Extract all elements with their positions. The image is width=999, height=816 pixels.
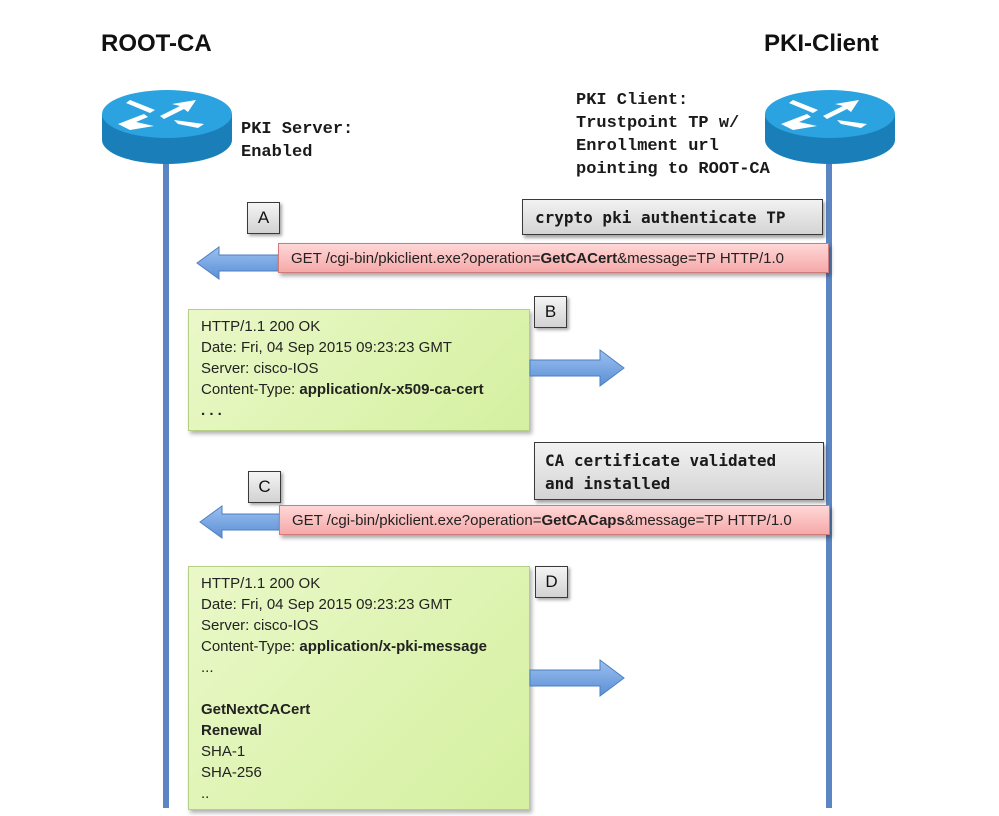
step-c-request: GET /cgi-bin/pkiclient.exe?operation= Get… <box>279 505 830 535</box>
pki-client-note-line: PKI Client: <box>576 91 689 110</box>
step-c-label: C <box>248 471 281 503</box>
response-date: Date: Fri, 04 Sep 2015 09:23:23 GMT <box>201 596 452 613</box>
request-suffix: &message=TP HTTP/1.0 <box>624 511 792 529</box>
response-status: HTTP/1.1 200 OK <box>201 575 321 592</box>
content-type-value: application/x-pki-message <box>299 638 487 655</box>
step-d-response: HTTP/1.1 200 OK Date: Fri, 04 Sep 2015 0… <box>188 566 530 810</box>
root-ca-lifeline <box>163 160 169 808</box>
content-type-value: application/x-x509-ca-cert <box>299 381 484 398</box>
root-ca-note-line: PKI Server: <box>241 120 354 139</box>
request-prefix: GET /cgi-bin/pkiclient.exe?operation= <box>292 511 542 529</box>
response-server: Server: cisco-IOS <box>201 617 319 634</box>
request-prefix: GET /cgi-bin/pkiclient.exe?operation= <box>291 249 541 267</box>
step-b-right-arrow-icon <box>529 349 625 387</box>
response-status: HTTP/1.1 200 OK <box>201 318 321 335</box>
step-a-left-arrow-icon <box>196 246 286 280</box>
capability-item: GetNextCACert <box>201 701 311 718</box>
root-ca-router-icon <box>102 90 232 164</box>
step-a-request: GET /cgi-bin/pkiclient.exe?operation= Get… <box>278 243 829 273</box>
capability-item: SHA-256 <box>201 764 262 781</box>
root-ca-note: PKI Server: Enabled <box>241 118 353 164</box>
content-type-label: Content-Type: <box>201 381 300 398</box>
response-ellipsis: . . . <box>201 402 222 419</box>
pki-client-note: PKI Client: Trustpoint TP w/Enrollment ur… <box>576 89 770 181</box>
pki-client-note-line: Trustpoint TP w/ <box>576 114 740 133</box>
pki-client-note-line: Enrollment url <box>576 137 719 156</box>
step-b-label: B <box>534 296 567 328</box>
content-type-label: Content-Type: <box>201 638 300 655</box>
step-c-command-line: and installed <box>545 474 671 493</box>
root-ca-title: ROOT-CA <box>101 30 212 57</box>
capability-item: SHA-1 <box>201 743 246 760</box>
pki-client-router-icon <box>765 90 895 164</box>
response-trailing: .. <box>201 785 210 802</box>
response-ellipsis: ... <box>201 659 214 676</box>
step-a-command: crypto pki authenticate TP <box>535 208 786 227</box>
response-content-type: Content-Type: application/x-pki-message <box>201 636 529 657</box>
root-ca-note-line: Enabled <box>241 143 313 162</box>
response-server: Server: cisco-IOS <box>201 360 319 377</box>
step-d-label: D <box>535 566 568 598</box>
response-content-type: Content-Type: application/x-x509-ca-cert <box>201 379 529 400</box>
request-suffix: &message=TP HTTP/1.0 <box>617 249 785 267</box>
step-c-command-box: CA certificate validated and installed <box>534 442 824 500</box>
step-a-label: A <box>247 202 280 234</box>
request-operation: GetCACert <box>540 249 618 267</box>
capability-item: Renewal <box>201 722 262 739</box>
response-date: Date: Fri, 04 Sep 2015 09:23:23 GMT <box>201 339 452 356</box>
step-a-command-box: crypto pki authenticate TP <box>522 199 823 235</box>
step-d-right-arrow-icon <box>529 659 625 697</box>
step-b-response: HTTP/1.1 200 OK Date: Fri, 04 Sep 2015 0… <box>188 309 530 431</box>
pki-client-title: PKI-Client <box>764 30 879 57</box>
step-c-left-arrow-icon <box>199 505 289 539</box>
pki-client-note-line: pointing to ROOT-CA <box>576 160 770 179</box>
request-operation: GetCACaps <box>541 511 625 529</box>
step-c-command-line: CA certificate validated <box>545 451 777 470</box>
